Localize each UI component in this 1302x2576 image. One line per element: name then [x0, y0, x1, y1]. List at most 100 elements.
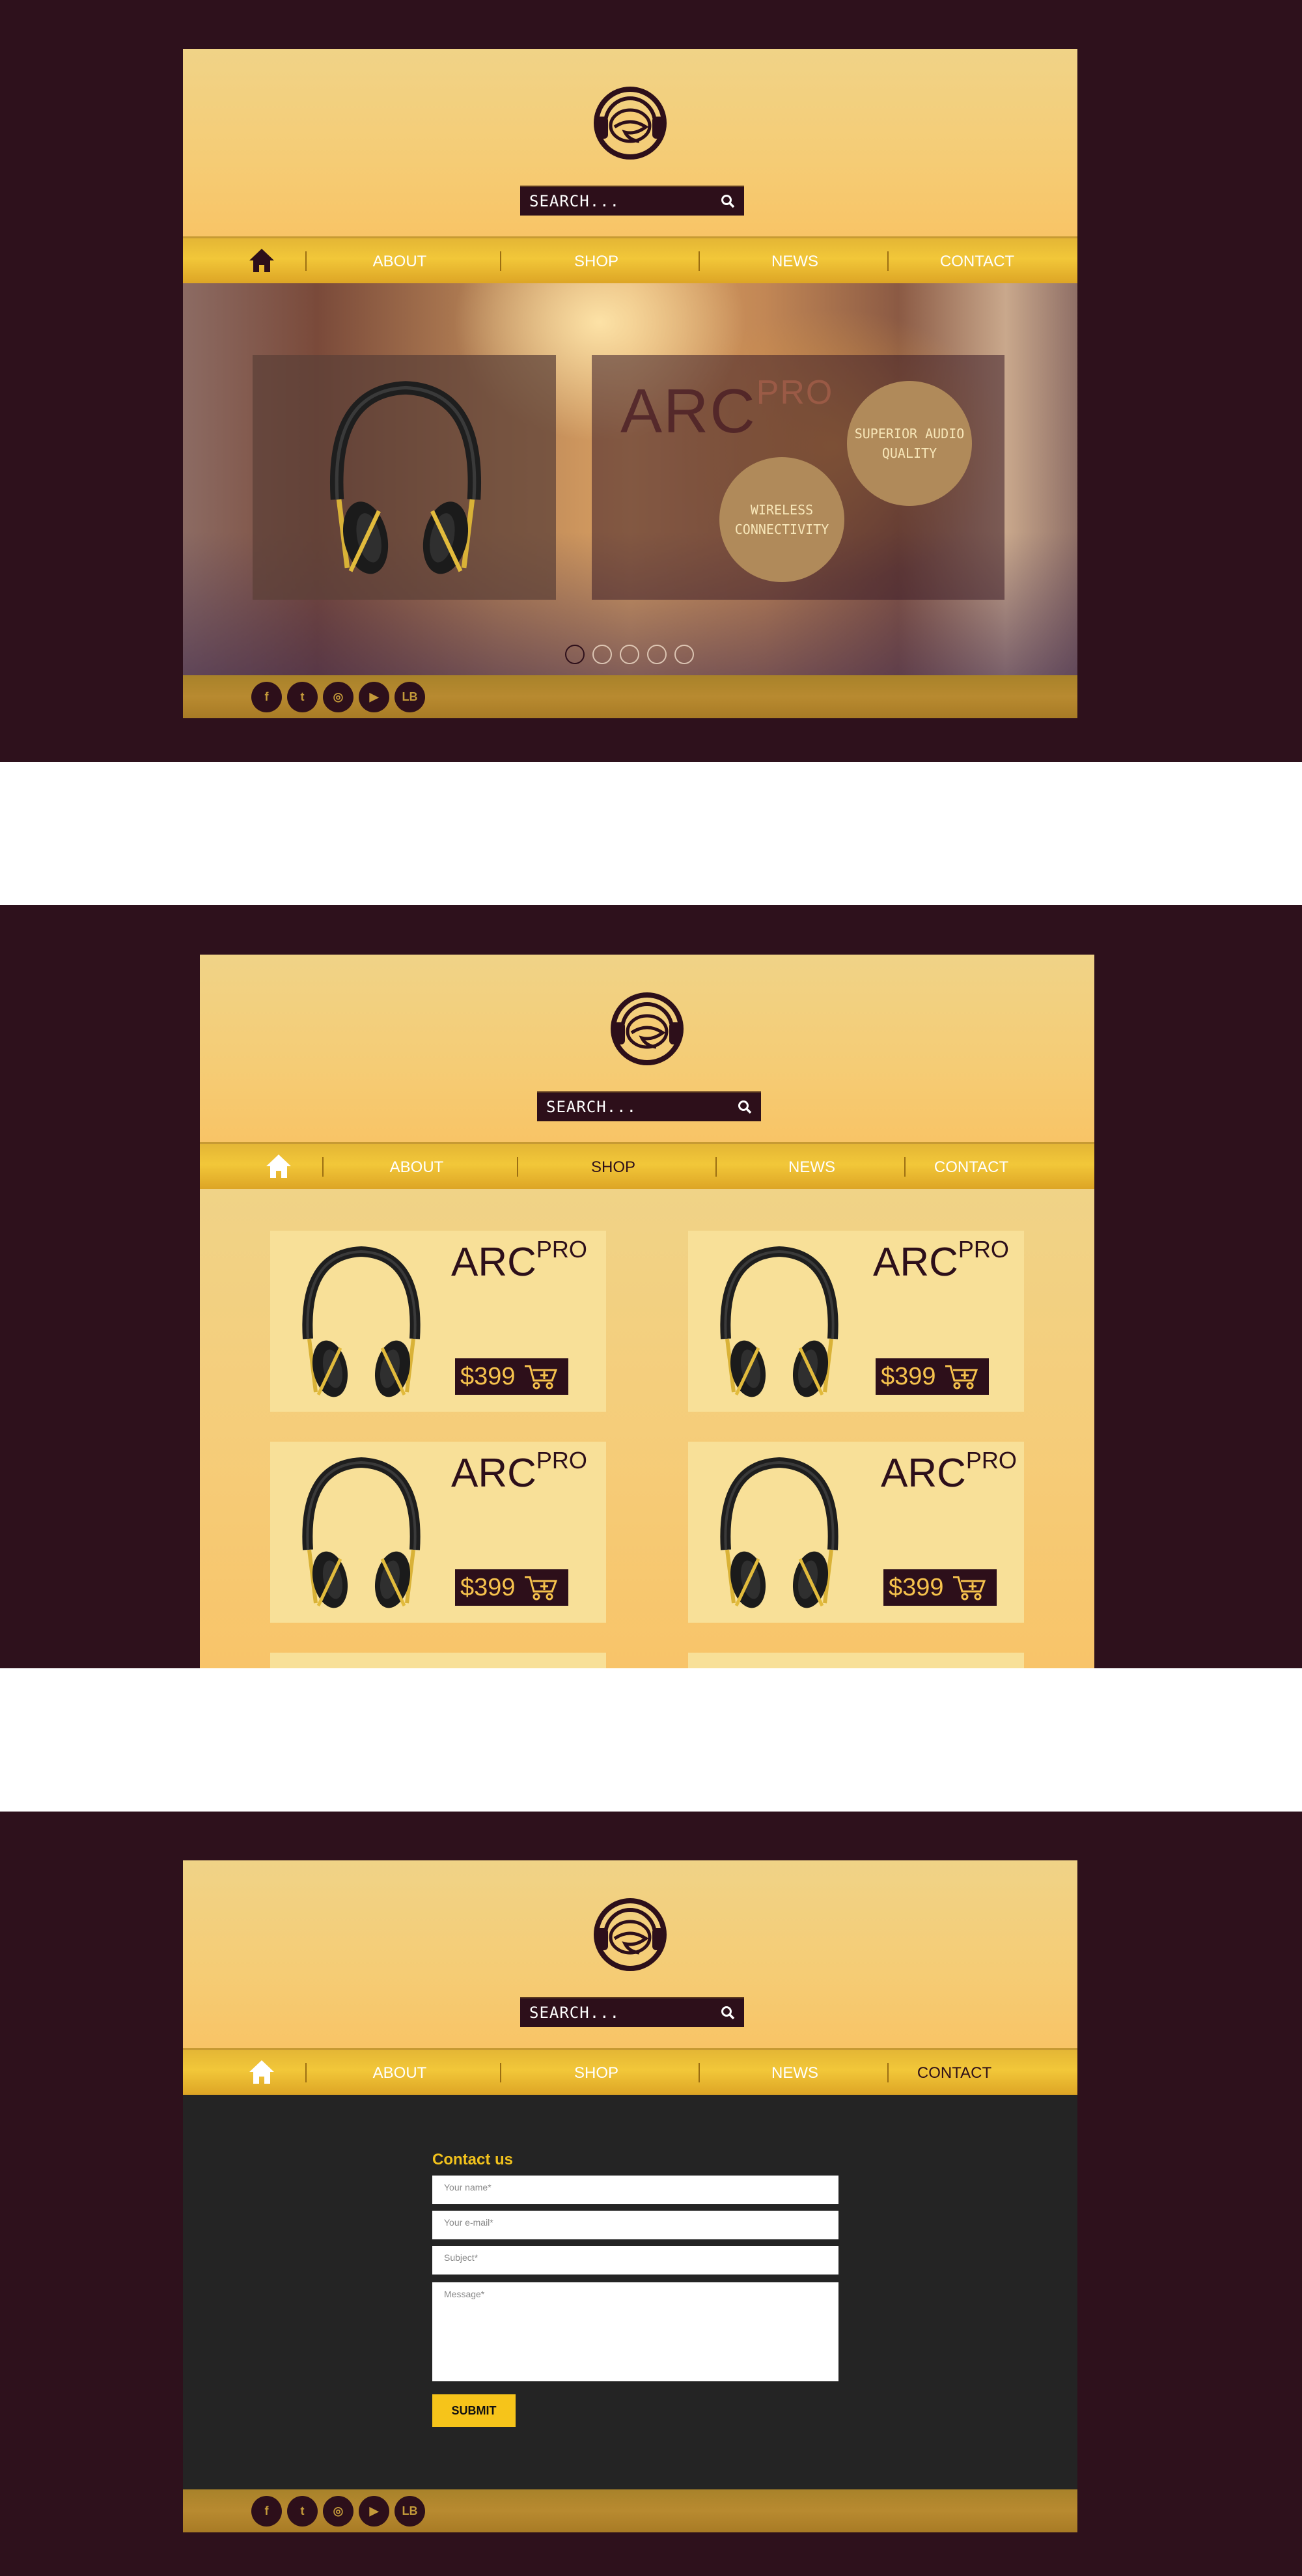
nav-item-news[interactable]: NEWS: [747, 1158, 877, 1177]
nav-item-shop[interactable]: SHOP: [548, 1158, 678, 1177]
slider-dot[interactable]: [647, 645, 667, 664]
logo-icon[interactable]: [605, 987, 689, 1071]
headphones-image: [311, 374, 500, 583]
product-title: ARCPRO: [451, 1236, 587, 1285]
nav-item-contact[interactable]: CONTACT: [906, 1158, 1036, 1177]
nav-divider: [517, 1157, 518, 1177]
slider-dot[interactable]: [620, 645, 639, 664]
hero-slider: ARCPRO SUPERIOR AUDIO QUALITY WIRELESS C…: [183, 283, 1077, 675]
nav-divider: [699, 251, 700, 271]
youtube-icon[interactable]: ▶: [359, 2496, 389, 2527]
lb-icon[interactable]: LB: [395, 682, 425, 712]
nav-divider: [904, 1157, 906, 1177]
product-price: $399: [889, 1573, 944, 1601]
facebook-icon[interactable]: f: [251, 682, 282, 712]
nav-item-about[interactable]: ABOUT: [352, 1158, 482, 1177]
search-box[interactable]: SEARCH...: [537, 1091, 761, 1121]
nav-item-shop[interactable]: SHOP: [531, 2064, 661, 2082]
nav-item-about[interactable]: ABOUT: [335, 2064, 465, 2082]
social-links: f t ◎ ▶ LB: [251, 682, 425, 712]
search-icon[interactable]: [721, 194, 735, 208]
contact-section: Contact us Your name* Your e-mail* Subje…: [183, 2095, 1077, 2489]
site-header: SEARCH...: [200, 955, 1094, 1142]
instagram-icon[interactable]: ◎: [323, 682, 353, 712]
nav-divider: [715, 1157, 717, 1177]
headphones-image: [290, 1452, 433, 1615]
search-input[interactable]: SEARCH...: [529, 192, 620, 210]
twitter-icon[interactable]: t: [287, 682, 318, 712]
logo-icon[interactable]: [589, 81, 672, 165]
shop-page-mockup: SEARCH... ABOUT SHOP NEWS CONTACT ARCPRO…: [0, 905, 1302, 1668]
slider-dot[interactable]: [674, 645, 694, 664]
slider-dot[interactable]: [565, 645, 585, 664]
search-icon[interactable]: [721, 2006, 735, 2020]
add-to-cart-button[interactable]: $399: [455, 1569, 568, 1606]
subject-field[interactable]: Subject*: [432, 2246, 838, 2275]
product-card[interactable]: ARCPRO $399: [688, 1231, 1024, 1412]
submit-button[interactable]: SUBMIT: [432, 2394, 516, 2427]
nav-item-contact[interactable]: CONTACT: [889, 2064, 1019, 2082]
product-sup: PRO: [536, 1447, 587, 1474]
search-input[interactable]: SEARCH...: [529, 2004, 620, 2022]
home-icon[interactable]: [248, 2059, 275, 2085]
main-nav: ABOUT SHOP NEWS CONTACT: [183, 2048, 1077, 2095]
nav-item-shop[interactable]: SHOP: [531, 253, 661, 271]
nav-divider: [305, 251, 307, 271]
logo-icon[interactable]: [589, 1893, 672, 1976]
add-to-cart-button[interactable]: $399: [876, 1358, 989, 1395]
hero-product-name: ARC: [620, 376, 756, 446]
product-sup: PRO: [965, 1447, 1017, 1474]
nav-item-about[interactable]: ABOUT: [335, 253, 465, 271]
home-icon[interactable]: [265, 1153, 292, 1179]
search-box[interactable]: SEARCH...: [520, 1997, 744, 2027]
nav-divider: [322, 1157, 324, 1177]
site-header: SEARCH...: [183, 1860, 1077, 2048]
main-nav: ABOUT SHOP NEWS CONTACT: [183, 236, 1077, 283]
name-field[interactable]: Your name*: [432, 2176, 838, 2204]
twitter-icon[interactable]: t: [287, 2496, 318, 2527]
nav-item-news[interactable]: NEWS: [730, 2064, 860, 2082]
facebook-icon[interactable]: f: [251, 2496, 282, 2527]
headphones-image: [708, 1241, 851, 1404]
cart-icon: [943, 1362, 979, 1391]
slider-dots: [565, 645, 694, 664]
home-icon[interactable]: [248, 247, 275, 273]
nav-item-news[interactable]: NEWS: [730, 253, 860, 271]
youtube-icon[interactable]: ▶: [359, 682, 389, 712]
product-name: ARC: [451, 1240, 536, 1285]
contact-title: Contact us: [432, 2151, 514, 2168]
product-name: ARC: [451, 1451, 536, 1496]
add-to-cart-button[interactable]: $399: [883, 1569, 997, 1606]
product-card[interactable]: ARCPRO $399: [688, 1442, 1024, 1623]
product-sup: PRO: [958, 1236, 1009, 1263]
instagram-icon[interactable]: ◎: [323, 2496, 353, 2527]
site-footer: f t ◎ ▶ LB: [183, 675, 1077, 718]
product-name: ARC: [881, 1451, 966, 1496]
nav-divider: [887, 251, 889, 271]
add-to-cart-button[interactable]: $399: [455, 1358, 568, 1395]
shop-page-frame: SEARCH... ABOUT SHOP NEWS CONTACT ARCPRO…: [200, 955, 1094, 1668]
message-field[interactable]: Message*: [432, 2282, 838, 2381]
product-sup: PRO: [536, 1236, 587, 1263]
slider-dot[interactable]: [592, 645, 612, 664]
contact-page-frame: SEARCH... ABOUT SHOP NEWS CONTACT Contac…: [183, 1860, 1077, 2576]
nav-item-contact[interactable]: CONTACT: [912, 253, 1042, 271]
hero-info-panel: ARCPRO SUPERIOR AUDIO QUALITY WIRELESS C…: [592, 355, 1004, 600]
hero-product-image: [253, 355, 556, 600]
search-input[interactable]: SEARCH...: [546, 1098, 637, 1116]
nav-divider: [699, 2063, 700, 2082]
product-price: $399: [460, 1573, 516, 1601]
nav-divider: [305, 2063, 307, 2082]
hero-product-sup: PRO: [756, 374, 834, 412]
search-box[interactable]: SEARCH...: [520, 186, 744, 216]
email-field[interactable]: Your e-mail*: [432, 2211, 838, 2239]
headphones-image: [290, 1241, 433, 1404]
cart-icon: [522, 1573, 559, 1602]
search-icon[interactable]: [738, 1100, 752, 1114]
product-title: ARCPRO: [873, 1236, 1009, 1285]
lb-icon[interactable]: LB: [395, 2496, 425, 2527]
product-card[interactable]: [270, 1653, 606, 1668]
product-card[interactable]: [688, 1653, 1024, 1668]
product-card[interactable]: ARCPRO $399: [270, 1442, 606, 1623]
product-card[interactable]: ARCPRO $399: [270, 1231, 606, 1412]
